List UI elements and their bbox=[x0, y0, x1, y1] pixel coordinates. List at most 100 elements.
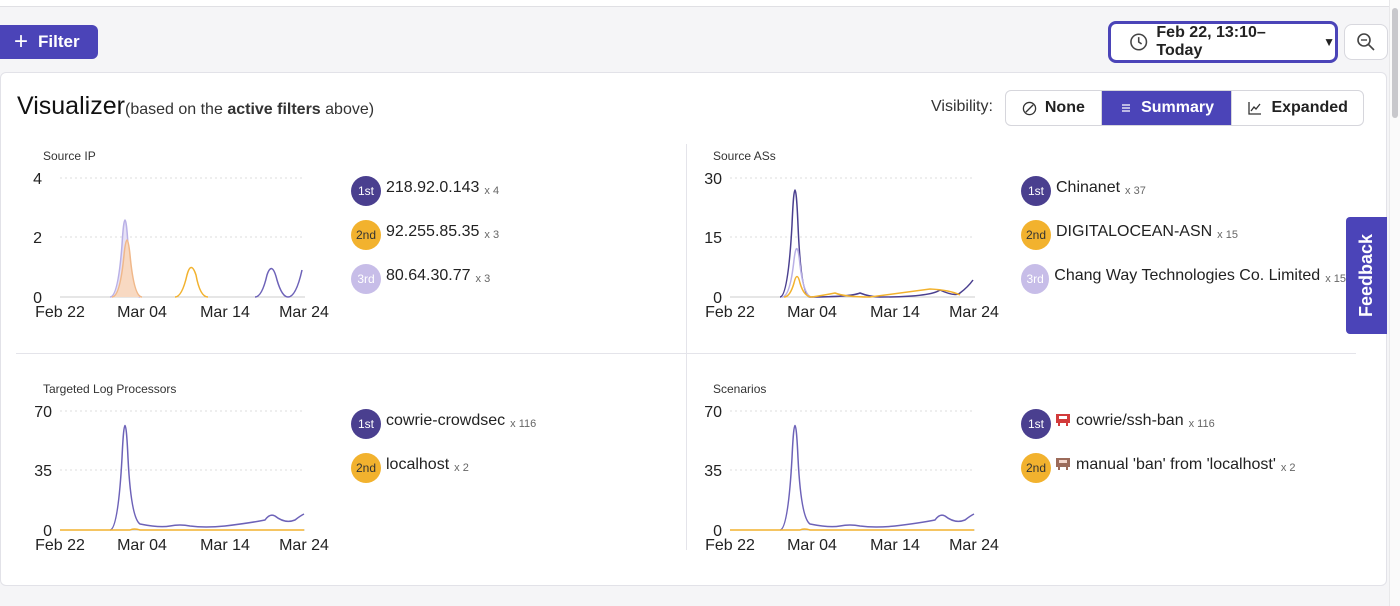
rank-badge: 1st bbox=[1021, 176, 1051, 206]
visualizer-subtitle: (based on the active filters above) bbox=[125, 101, 374, 119]
x-tick-label: Mar 14 bbox=[870, 304, 920, 321]
series-line-second-b bbox=[174, 266, 209, 298]
item-value: cowrie-crowdsec bbox=[386, 412, 506, 429]
y-tick-label: 30 bbox=[704, 171, 722, 188]
y-tick-label: 70 bbox=[34, 404, 52, 421]
visibility-toggle: None Summary Expanded bbox=[1005, 90, 1364, 126]
list-icon bbox=[1122, 104, 1131, 112]
date-range-dropdown[interactable]: Feb 22, 13:10–Today ▼ bbox=[1108, 21, 1338, 63]
line-chart-icon bbox=[1248, 102, 1262, 115]
item-count: x 2 bbox=[1280, 462, 1296, 474]
feedback-tab[interactable]: Feedback bbox=[1346, 217, 1387, 334]
filter-button-label: Filter bbox=[38, 32, 80, 51]
x-tick-label: Feb 22 bbox=[705, 304, 755, 321]
list-item[interactable]: 1st cowrie-crowdsec x 116 bbox=[351, 409, 536, 439]
item-value: localhost bbox=[386, 456, 450, 473]
date-range-label: Feb 22, 13:10–Today bbox=[1156, 24, 1266, 59]
x-tick-label: Feb 22 bbox=[705, 537, 755, 554]
list-item[interactable]: 2nd 92.255.85.35 x 3 bbox=[351, 220, 499, 250]
rank-badge: 1st bbox=[351, 409, 381, 439]
list-item[interactable]: 1st cowrie/ssh-ban x 116 bbox=[1021, 409, 1215, 439]
series-line-second bbox=[60, 528, 304, 531]
source-as-title: Source ASs bbox=[713, 149, 776, 163]
active-filters-link[interactable]: active filters bbox=[227, 101, 320, 118]
series-line-first bbox=[779, 189, 974, 298]
item-value: Chinanet bbox=[1056, 179, 1121, 196]
search-button[interactable] bbox=[1344, 24, 1388, 60]
y-tick-label: 2 bbox=[33, 230, 42, 247]
item-count: x 15 bbox=[1325, 273, 1346, 285]
clock-icon bbox=[1130, 33, 1148, 51]
series-line-second bbox=[783, 275, 961, 298]
x-tick-label: Mar 04 bbox=[117, 304, 167, 321]
subtitle-pre: (based on the bbox=[125, 101, 223, 118]
plus-icon: + bbox=[14, 28, 29, 55]
visibility-expanded-option[interactable]: Expanded bbox=[1231, 91, 1363, 125]
x-tick-label: Feb 22 bbox=[35, 304, 85, 321]
divider-vertical bbox=[686, 144, 687, 550]
item-count: x 3 bbox=[484, 229, 500, 241]
visualizer-title: Visualizer bbox=[17, 92, 125, 120]
item-count: x 4 bbox=[484, 185, 500, 197]
rank-badge: 2nd bbox=[351, 220, 381, 250]
item-count: x 15 bbox=[1217, 229, 1238, 241]
rank-badge: 2nd bbox=[1021, 453, 1051, 483]
subtitle-post: above) bbox=[325, 101, 375, 118]
item-value: cowrie/ssh-ban bbox=[1056, 412, 1184, 430]
item-value: manual 'ban' from 'localhost' bbox=[1056, 456, 1276, 474]
x-tick-label: Mar 24 bbox=[279, 304, 329, 321]
ban-flag-icon bbox=[1056, 414, 1070, 426]
scenarios-title: Scenarios bbox=[713, 382, 767, 396]
list-item[interactable]: 3rd Chang Way Technologies Co. Limited x… bbox=[1021, 264, 1346, 294]
visibility-none-option[interactable]: None bbox=[1006, 91, 1102, 125]
list-item[interactable]: 2nd manual 'ban' from 'localhost' x 2 bbox=[1021, 453, 1296, 483]
item-count: x 37 bbox=[1125, 185, 1146, 197]
item-count: x 116 bbox=[510, 418, 537, 430]
rank-badge: 3rd bbox=[1021, 264, 1050, 294]
manual-ban-icon bbox=[1056, 458, 1070, 470]
source-ip-title: Source IP bbox=[43, 149, 96, 163]
list-item[interactable]: 3rd 80.64.30.77 x 3 bbox=[351, 264, 490, 294]
x-tick-label: Mar 04 bbox=[117, 537, 167, 554]
x-tick-label: Mar 04 bbox=[787, 537, 837, 554]
item-value: Chang Way Technologies Co. Limited bbox=[1054, 267, 1321, 284]
top-bar bbox=[0, 0, 1400, 7]
list-item[interactable]: 2nd DIGITALOCEAN-ASN x 15 bbox=[1021, 220, 1238, 250]
y-tick-label: 4 bbox=[33, 171, 42, 188]
x-tick-label: Feb 22 bbox=[35, 537, 85, 554]
rank-badge: 2nd bbox=[351, 453, 381, 483]
visibility-summary-option[interactable]: Summary bbox=[1101, 91, 1232, 125]
series-line-second bbox=[730, 528, 974, 531]
caret-down-icon: ▼ bbox=[1323, 35, 1335, 49]
list-item[interactable]: 2nd localhost x 2 bbox=[351, 453, 469, 483]
item-value: DIGITALOCEAN-ASN bbox=[1056, 223, 1213, 240]
rank-badge: 3rd bbox=[351, 264, 381, 294]
magnifier-icon bbox=[1357, 33, 1375, 51]
x-tick-label: Mar 24 bbox=[949, 537, 999, 554]
y-tick-label: 15 bbox=[704, 230, 722, 247]
rank-badge: 1st bbox=[1021, 409, 1051, 439]
series-line-first bbox=[779, 424, 975, 531]
list-item[interactable]: 1st 218.92.0.143 x 4 bbox=[351, 176, 499, 206]
scrollbar-thumb[interactable] bbox=[1392, 8, 1398, 118]
visibility-none-label: None bbox=[1044, 99, 1085, 116]
y-tick-label: 35 bbox=[704, 463, 722, 480]
item-count: x 2 bbox=[454, 462, 469, 474]
x-tick-label: Mar 14 bbox=[200, 537, 250, 554]
filter-button[interactable]: + Filter bbox=[0, 25, 98, 59]
item-value-text: manual 'ban' from 'localhost' bbox=[1076, 456, 1276, 473]
source-as-chart: 30 15 0 Feb 22 Mar 04 Mar 14 Mar 24 bbox=[704, 171, 999, 321]
log-processors-title: Targeted Log Processors bbox=[43, 382, 177, 396]
x-tick-label: Mar 24 bbox=[949, 304, 999, 321]
item-count: x 3 bbox=[475, 273, 491, 285]
y-tick-label: 70 bbox=[704, 404, 722, 421]
log-processors-chart: 70 35 0 Feb 22 Mar 04 Mar 14 Mar 24 bbox=[34, 404, 329, 554]
item-count: x 116 bbox=[1188, 418, 1215, 430]
source-ip-chart: 4 2 0 Feb 22 Mar 04 Mar 14 Mar 24 bbox=[33, 171, 329, 321]
x-tick-label: Mar 14 bbox=[870, 537, 920, 554]
x-tick-label: Mar 14 bbox=[200, 304, 250, 321]
rank-badge: 1st bbox=[351, 176, 381, 206]
slash-circle-icon bbox=[1022, 101, 1037, 115]
visibility-summary-label: Summary bbox=[1141, 99, 1215, 116]
list-item[interactable]: 1st Chinanet x 37 bbox=[1021, 176, 1146, 206]
